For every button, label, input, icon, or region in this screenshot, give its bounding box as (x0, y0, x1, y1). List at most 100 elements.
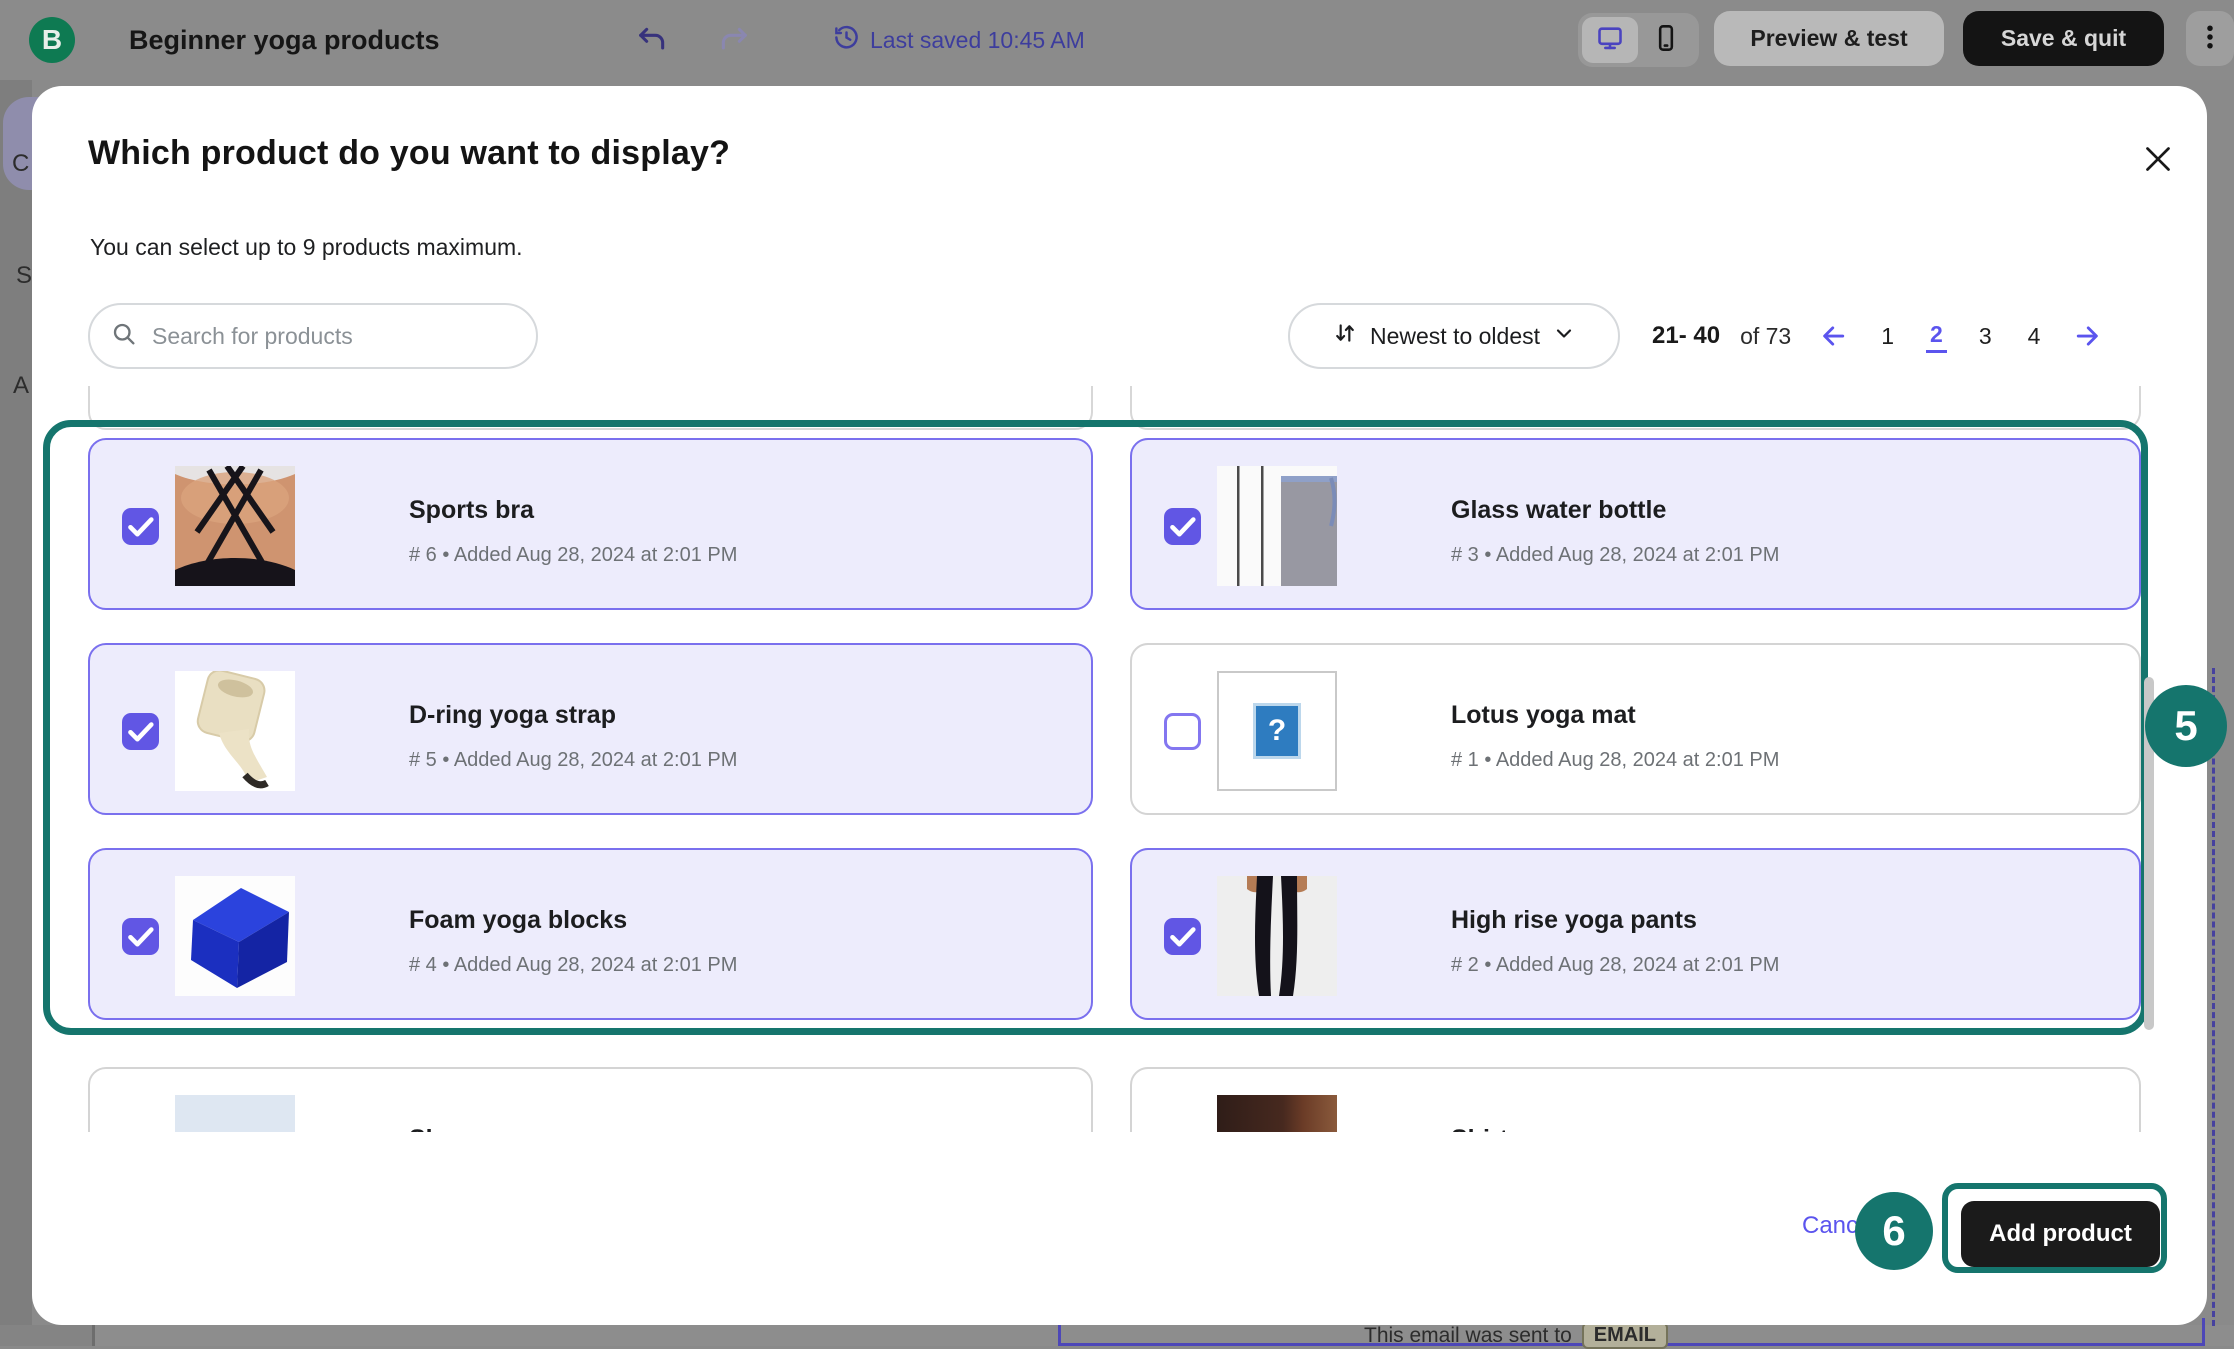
mobile-icon (1652, 24, 1680, 57)
product-meta: # 5 • Added Aug 28, 2024 at 2:01 PM (409, 749, 737, 772)
product-meta: # 3 • Added Aug 28, 2024 at 2:01 PM (1451, 544, 1779, 567)
product-meta: # 2 • Added Aug 28, 2024 at 2:01 PM (1451, 954, 1779, 977)
product-card[interactable]: High rise yoga pants # 2 • Added Aug 28, … (1130, 848, 2141, 1020)
close-icon[interactable] (2136, 138, 2180, 182)
product-image (175, 671, 295, 791)
pagination-page-4[interactable]: 4 (2024, 321, 2045, 352)
product-title: High rise yoga pants (1451, 906, 1697, 935)
water-bottle-image (1217, 466, 1337, 586)
check-icon (1164, 918, 1201, 955)
yoga-pants-image (1217, 876, 1337, 996)
email-merge-tag: EMAIL (1582, 1322, 1668, 1349)
preview-test-button[interactable]: Preview & test (1714, 11, 1944, 66)
background-panel-edge (0, 1325, 95, 1346)
pagination-total: of 73 (1740, 323, 1791, 350)
product-image: ? (1217, 671, 1337, 791)
product-card[interactable]: ? Lotus yoga mat # 1 • Added Aug 28, 2024 … (1130, 643, 2141, 815)
product-checkbox-checked[interactable] (1164, 508, 1201, 545)
product-checkbox-checked[interactable] (1164, 918, 1201, 955)
product-grid: Sports bra # 6 • Added Aug 28, 2024 at 2:… (88, 438, 2141, 1020)
tutorial-annotation-add-box: Add product (1942, 1183, 2167, 1273)
product-title: Shoes (409, 1125, 484, 1132)
modal-subtitle: You can select up to 9 products maximum. (90, 234, 523, 261)
desktop-icon (1596, 24, 1624, 57)
add-product-button[interactable]: Add product (1961, 1201, 2160, 1267)
mobile-view-toggle[interactable] (1638, 17, 1694, 63)
pagination: 21- 40 of 73 1 2 3 4 (1652, 303, 2152, 369)
product-image (1217, 876, 1337, 996)
check-icon (1164, 508, 1201, 545)
product-image (175, 876, 295, 996)
tutorial-step-5-badge: 5 (2145, 685, 2227, 767)
sort-icon (1332, 320, 1358, 352)
product-title: Sports bra (409, 496, 534, 525)
undo-button[interactable] (636, 24, 668, 56)
product-meta: # 4 • Added Aug 28, 2024 at 2:01 PM (409, 954, 737, 977)
sidebar-item-add: A (13, 372, 29, 400)
tutorial-step-6-badge: 6 (1855, 1192, 1933, 1270)
redo-icon (718, 44, 750, 59)
broken-image-icon: ? (1256, 706, 1298, 756)
email-footer-text: This email was sent to EMAIL (1364, 1322, 1668, 1349)
product-checkbox-unchecked[interactable] (1164, 713, 1201, 750)
chevron-down-icon (1552, 321, 1576, 351)
product-card[interactable]: Sports bra # 6 • Added Aug 28, 2024 at 2:… (88, 438, 1093, 610)
email-footer-sentence: This email was sent to (1364, 1324, 1572, 1348)
product-search (88, 303, 538, 369)
desktop-view-toggle[interactable] (1582, 17, 1638, 63)
pagination-page-1[interactable]: 1 (1877, 321, 1898, 352)
product-title: Foam yoga blocks (409, 906, 627, 935)
product-card[interactable]: Foam yoga blocks # 4 • Added Aug 28, 2024… (88, 848, 1093, 1020)
product-title: Shirt (1451, 1125, 1508, 1132)
sort-label: Newest to oldest (1370, 323, 1540, 350)
product-title: D-ring yoga strap (409, 701, 616, 730)
last-saved-text: Last saved 10:45 AM (870, 27, 1085, 54)
app-logo[interactable]: B (29, 17, 75, 63)
background-selection-dashed-outline (2212, 668, 2215, 1326)
redo-button[interactable] (718, 24, 750, 56)
product-image (175, 1095, 295, 1132)
pagination-page-3[interactable]: 3 (1975, 321, 1996, 352)
product-title: Lotus yoga mat (1451, 701, 1636, 730)
save-quit-button[interactable]: Save & quit (1963, 11, 2164, 66)
product-card-clipped[interactable]: Shirt (1130, 1067, 2141, 1132)
product-checkbox-checked[interactable] (122, 713, 159, 750)
product-meta: # 1 • Added Aug 28, 2024 at 2:01 PM (1451, 749, 1779, 772)
product-title: Glass water bottle (1451, 496, 1666, 525)
product-image (1217, 466, 1337, 586)
pagination-next-arrow[interactable] (2072, 321, 2102, 351)
top-bar: B Beginner yoga products Last saved 10:4… (0, 0, 2234, 80)
modal-title: Which product do you want to display? (88, 134, 730, 173)
product-card[interactable]: D-ring yoga strap # 5 • Added Aug 28, 202… (88, 643, 1093, 815)
clipped-card (88, 386, 1093, 430)
yoga-strap-image (175, 671, 295, 791)
check-icon (122, 918, 159, 955)
more-options-button[interactable] (2186, 11, 2234, 66)
sort-dropdown[interactable]: Newest to oldest (1288, 303, 1620, 369)
yoga-blocks-image (175, 876, 295, 996)
check-icon (122, 508, 159, 545)
clipped-card (1130, 386, 2141, 430)
shoes-image (175, 1095, 295, 1132)
broken-image-placeholder: ? (1217, 671, 1337, 791)
kebab-icon (2195, 22, 2225, 55)
device-toggle (1578, 13, 1699, 67)
product-picker-modal: Which product do you want to display? Yo… (32, 86, 2207, 1325)
history-clock-icon (833, 24, 860, 57)
search-icon (110, 320, 138, 353)
document-title: Beginner yoga products (129, 0, 440, 80)
search-input[interactable] (152, 323, 516, 350)
logo-letter: B (42, 24, 62, 56)
product-card[interactable]: Glass water bottle # 3 • Added Aug 28, 20… (1130, 438, 2141, 610)
pagination-page-2[interactable]: 2 (1926, 319, 1947, 353)
product-card-clipped[interactable]: Shoes (88, 1067, 1093, 1132)
product-checkbox-checked[interactable] (122, 508, 159, 545)
product-meta: # 6 • Added Aug 28, 2024 at 2:01 PM (409, 544, 737, 567)
shirt-image (1217, 1095, 1337, 1132)
undo-icon (636, 44, 668, 59)
pagination-range: 21- 40 (1652, 322, 1720, 350)
product-checkbox-checked[interactable] (122, 918, 159, 955)
pagination-prev-arrow[interactable] (1819, 321, 1849, 351)
sidebar-item-content: C (12, 150, 29, 178)
product-list-scroll-area[interactable]: Sports bra # 6 • Added Aug 28, 2024 at 2:… (32, 386, 2207, 1132)
